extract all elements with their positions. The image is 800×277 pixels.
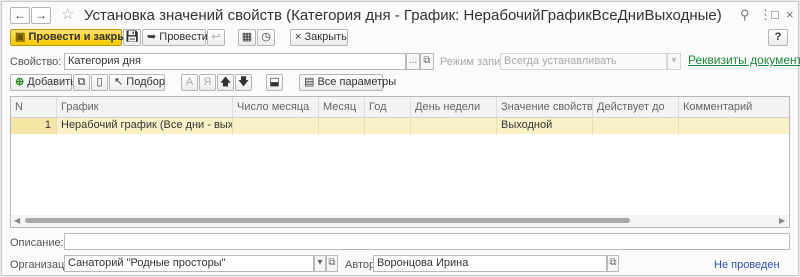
sort-desc-button[interactable]: Я (199, 74, 216, 91)
column-header-month[interactable]: Месяц (319, 97, 365, 118)
close-icon[interactable]: × (786, 7, 794, 22)
back-button[interactable]: ← (10, 7, 30, 24)
unpost-button[interactable]: ↩ (207, 29, 225, 46)
move-up-button[interactable]: 🡅︎ (217, 74, 234, 91)
close-label: Закрыть (304, 31, 347, 43)
column-header-value[interactable]: Значение свойства (497, 97, 593, 118)
sort-a-icon: А (185, 76, 194, 88)
write-mode-field[interactable]: Всегда устанавливать (500, 53, 667, 70)
column-header-year[interactable]: Год (365, 97, 411, 118)
arrow-down-icon: 🡇︎ (237, 76, 250, 88)
cursor-icon: ↖ (114, 76, 124, 88)
cell-n[interactable]: 1 (11, 118, 57, 134)
move-down-button[interactable]: 🡇︎ (235, 74, 252, 91)
cell-weekday[interactable] (411, 118, 497, 134)
open-icon: ⧉ (609, 257, 617, 268)
document-window: ← → ☆ Установка значений свойств (Катего… (1, 1, 800, 276)
close-x-icon: × (295, 31, 302, 43)
chevron-down-icon: ▾ (317, 257, 323, 268)
cell-month[interactable] (319, 118, 365, 134)
property-select-button[interactable]: ... (406, 53, 420, 70)
property-open-button[interactable]: ⧉ (420, 53, 434, 70)
fill-icon: ⬓ (269, 76, 280, 88)
column-header-day[interactable]: Число месяца (233, 97, 319, 118)
property-field[interactable]: Категория дня (64, 53, 406, 70)
copy-row-button[interactable]: ⧉ (73, 74, 90, 91)
copy-icon: ⧉ (77, 76, 86, 88)
report-icon: ▦ (241, 31, 253, 43)
cell-year[interactable] (365, 118, 411, 134)
description-field[interactable] (64, 233, 790, 250)
organization-dropdown[interactable]: ▾ (314, 255, 326, 272)
write-mode-dropdown[interactable]: ▾ (667, 53, 681, 70)
sort-ya-icon: Я (203, 76, 212, 88)
post-close-icon: ▣ (15, 31, 26, 43)
cell-comment[interactable] (679, 118, 789, 134)
save-button[interactable]: 💾︎ (123, 29, 141, 46)
unpost-icon: ↩ (211, 31, 221, 43)
open-icon: ⧉ (328, 257, 336, 268)
open-icon: ⧉ (423, 55, 431, 66)
author-open-button[interactable]: ⧉ (607, 255, 619, 272)
cell-value[interactable]: Выходной (497, 118, 593, 134)
all-params-button[interactable]: ▤ Все параметры (299, 74, 396, 91)
history-icon: ◷ (261, 31, 271, 43)
column-header-comment[interactable]: Комментарий (679, 97, 789, 118)
edit-icon: ▯ (96, 76, 103, 88)
sort-asc-button[interactable]: А (181, 74, 198, 91)
title-bar: ← → ☆ Установка значений свойств (Катего… (2, 2, 798, 26)
params-icon: ▤ (304, 76, 315, 88)
add-label: Добавить (27, 76, 76, 88)
save-icon: 💾︎ (125, 31, 139, 43)
property-label: Свойство: (10, 56, 62, 68)
chevron-down-icon: ▾ (671, 55, 677, 66)
column-header-n[interactable]: N (11, 97, 57, 118)
plus-icon: ⊕ (15, 76, 25, 88)
post-label: Провести (159, 31, 208, 43)
close-doc-button[interactable]: × Закрыть (290, 29, 348, 46)
add-row-button[interactable]: ⊕ Добавить (10, 74, 76, 91)
ellipsis-icon: ... (408, 55, 418, 66)
all-params-label: Все параметры (317, 76, 397, 88)
description-label: Описание: (10, 237, 64, 249)
post-and-close-button[interactable]: ▣ Провести и закрыть (10, 29, 139, 46)
properties-table[interactable]: N График Число месяца Месяц Год День нед… (10, 96, 790, 228)
scroll-left-icon[interactable]: ◀ (14, 215, 20, 227)
cell-schedule[interactable]: Нерабочий график (Все дни - выходные) (57, 118, 233, 134)
organization-field[interactable]: Санаторий "Родные просторы" (64, 255, 314, 272)
select-button[interactable]: ↖ Подбор (109, 74, 165, 91)
report-button[interactable]: ▦ (238, 29, 256, 46)
post-button[interactable]: ➥ Провести (142, 29, 208, 46)
arrow-up-icon: 🡅︎ (219, 76, 232, 88)
help-button[interactable]: ? (768, 29, 788, 46)
horizontal-scrollbar[interactable]: ◀ ▶ (11, 215, 789, 227)
edit-row-button[interactable]: ▯ (91, 74, 108, 91)
link-icon[interactable]: ⚲ (740, 7, 750, 23)
scroll-thumb[interactable] (25, 218, 630, 223)
column-header-valid-to[interactable]: Действует до (593, 97, 679, 118)
column-header-schedule[interactable]: График (57, 97, 233, 118)
history-button[interactable]: ◷ (257, 29, 275, 46)
fill-button[interactable]: ⬓ (266, 74, 283, 91)
favorite-star-icon[interactable]: ☆ (61, 5, 74, 23)
cell-day[interactable] (233, 118, 319, 134)
status-label: Не проведен (714, 259, 780, 271)
forward-button[interactable]: → (31, 7, 51, 24)
requisites-link[interactable]: Реквизиты документа (688, 53, 800, 67)
cell-valid-to[interactable] (593, 118, 679, 134)
scroll-right-icon[interactable]: ▶ (779, 215, 785, 227)
column-header-weekday[interactable]: День недели (411, 97, 497, 118)
arrow-right-icon: → (35, 8, 47, 22)
select-label: Подбор (126, 76, 166, 88)
organization-open-button[interactable]: ⧉ (326, 255, 338, 272)
post-icon: ➥ (147, 31, 157, 43)
maximize-icon[interactable]: □ (771, 7, 779, 22)
author-field[interactable]: Воронцова Ирина (373, 255, 607, 272)
window-title: Установка значений свойств (Категория дн… (84, 7, 722, 24)
help-label: ? (774, 31, 782, 43)
arrow-left-icon: ← (14, 8, 26, 22)
